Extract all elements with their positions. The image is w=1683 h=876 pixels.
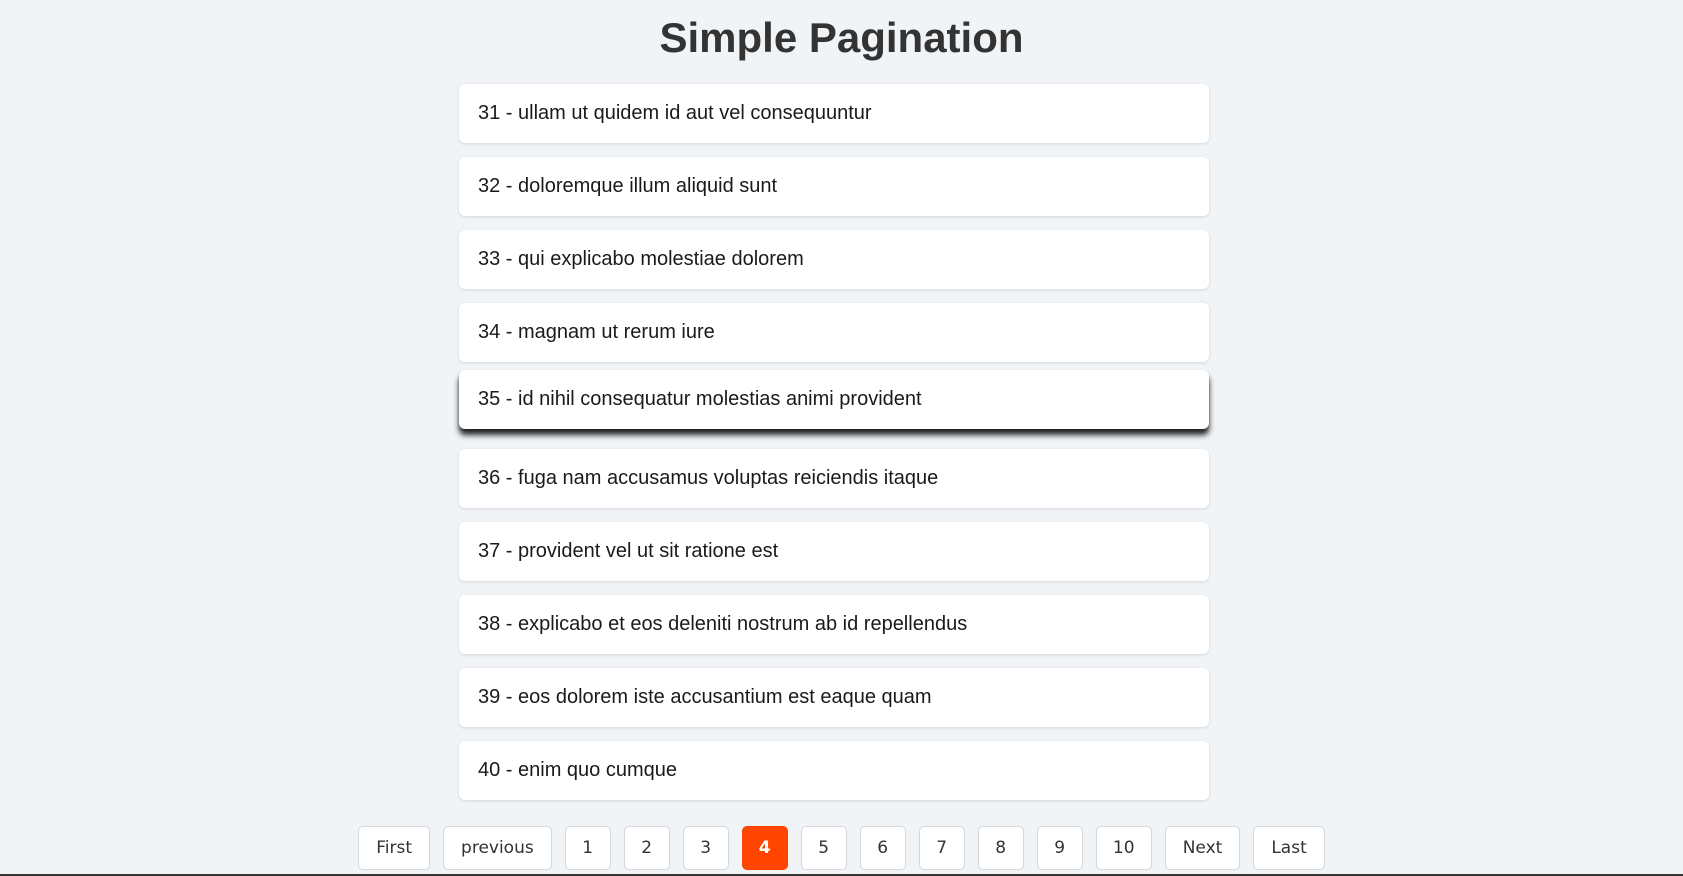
list-item[interactable]: 33 - qui explicabo molestiae dolorem: [459, 230, 1209, 289]
list-item[interactable]: 39 - eos dolorem iste accusantium est ea…: [459, 668, 1209, 727]
list-item-text: 34 - magnam ut rerum iure: [478, 321, 715, 343]
page: Simple Pagination 31 - ullam ut quidem i…: [0, 0, 1683, 876]
page-button-10[interactable]: 10: [1095, 826, 1152, 870]
page-button-2[interactable]: 2: [623, 826, 670, 870]
page-button-6[interactable]: 6: [859, 826, 906, 870]
list-item[interactable]: 32 - doloremque illum aliquid sunt: [459, 157, 1209, 216]
page-button-9[interactable]: 9: [1036, 826, 1083, 870]
list-item[interactable]: 37 - provident vel ut sit ratione est: [459, 522, 1209, 581]
list-item-text: 38 - explicabo et eos deleniti nostrum a…: [478, 613, 968, 635]
list-item-hovered[interactable]: 35 - id nihil consequatur molestias anim…: [459, 370, 1209, 429]
page-button-8[interactable]: 8: [977, 826, 1024, 870]
pagination: First previous 1 2 3 4 5 6 7 8 9 10 Next…: [0, 826, 1683, 870]
list-item[interactable]: 38 - explicabo et eos deleniti nostrum a…: [459, 595, 1209, 654]
first-page-button[interactable]: First: [358, 826, 431, 870]
list-item-text: 35 - id nihil consequatur molestias anim…: [478, 388, 922, 410]
list-item[interactable]: 40 - enim quo cumque: [459, 741, 1209, 800]
list-item-text: 40 - enim quo cumque: [478, 759, 678, 781]
list-item[interactable]: 31 - ullam ut quidem id aut vel consequu…: [459, 84, 1209, 143]
next-page-button[interactable]: Next: [1164, 826, 1241, 870]
list-item-text: 36 - fuga nam accusamus voluptas reicien…: [478, 467, 939, 489]
list-item-text: 37 - provident vel ut sit ratione est: [478, 540, 779, 562]
page-button-4[interactable]: 4: [741, 826, 788, 870]
page-button-7[interactable]: 7: [918, 826, 965, 870]
list-item[interactable]: 36 - fuga nam accusamus voluptas reicien…: [459, 449, 1209, 508]
list-item-text: 31 - ullam ut quidem id aut vel consequu…: [478, 102, 872, 124]
page-button-1[interactable]: 1: [564, 826, 611, 870]
page-button-5[interactable]: 5: [800, 826, 847, 870]
list-item[interactable]: 34 - magnam ut rerum iure: [459, 303, 1209, 362]
page-title: Simple Pagination: [659, 14, 1024, 61]
previous-page-button[interactable]: previous: [443, 826, 552, 870]
last-page-button[interactable]: Last: [1253, 826, 1325, 870]
list-item-text: 32 - doloremque illum aliquid sunt: [478, 175, 778, 197]
list-item-text: 39 - eos dolorem iste accusantium est ea…: [478, 686, 932, 708]
list-item-text: 33 - qui explicabo molestiae dolorem: [478, 248, 804, 270]
page-button-3[interactable]: 3: [682, 826, 729, 870]
